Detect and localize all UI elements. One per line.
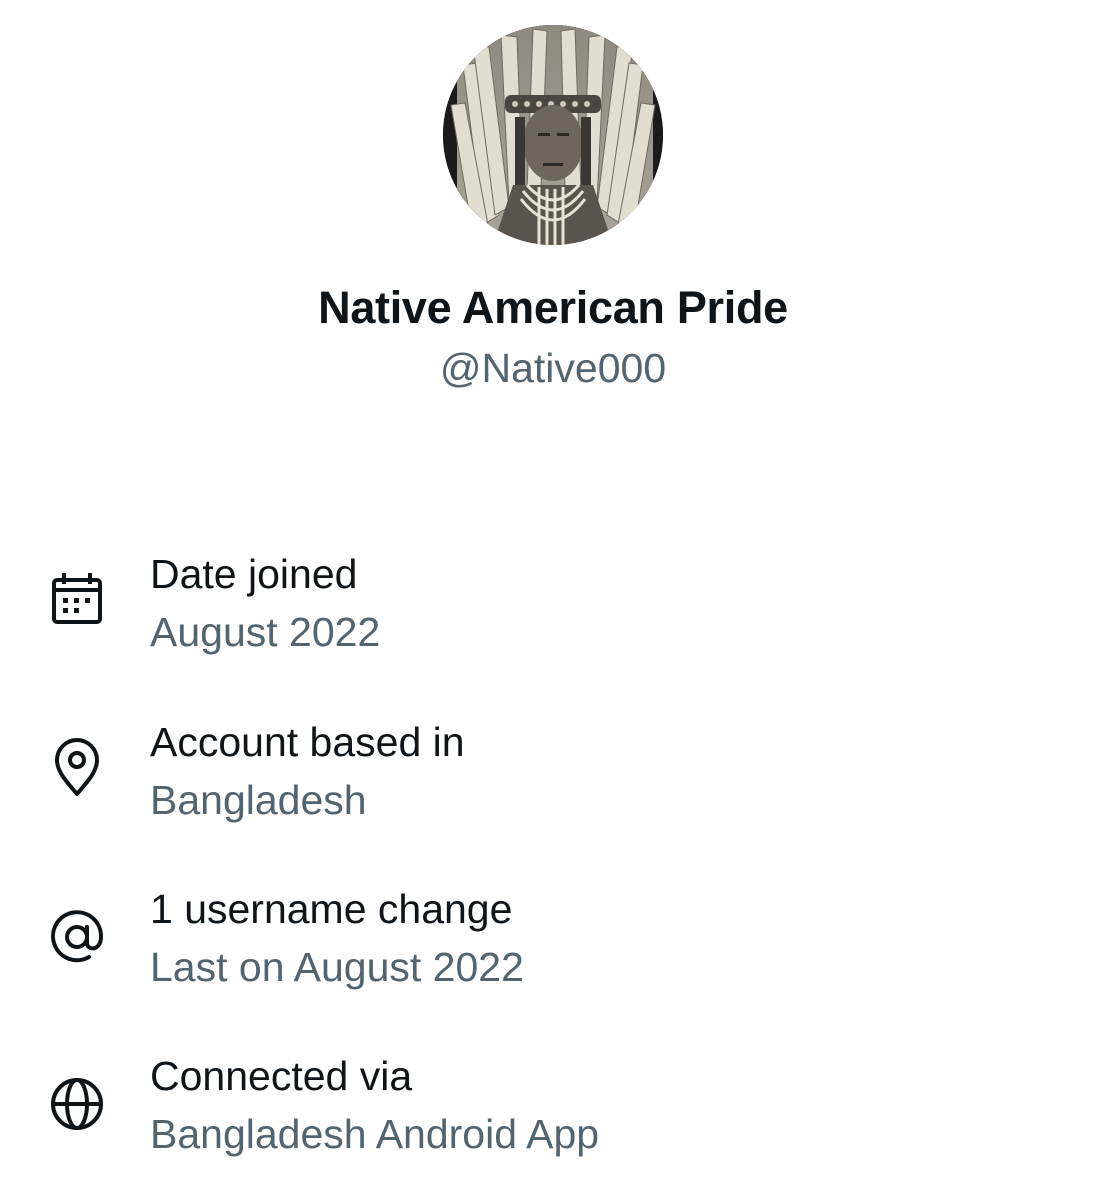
info-item-username-change: 1 username change Last on August 2022	[0, 881, 1106, 1001]
username-change-value: Last on August 2022	[150, 944, 524, 990]
at-sign-icon	[45, 905, 109, 969]
calendar-icon	[45, 568, 109, 632]
info-item-date-joined: Date joined August 2022	[0, 546, 1106, 666]
info-item-connected-via: Connected via Bangladesh Android App	[0, 1048, 1106, 1168]
profile-photo	[443, 25, 663, 245]
username-change-label: 1 username change	[150, 886, 513, 932]
date-joined-value: August 2022	[150, 609, 381, 655]
account-based-in-label: Account based in	[150, 719, 465, 765]
globe-icon	[45, 1072, 109, 1136]
connected-via-label: Connected via	[150, 1053, 413, 1099]
username-handle: @Native000	[439, 345, 667, 391]
account-based-in-value: Bangladesh	[150, 777, 367, 823]
location-pin-icon	[45, 736, 109, 800]
date-joined-label: Date joined	[150, 551, 358, 597]
display-name: Native American Pride	[318, 282, 788, 333]
profile-avatar[interactable]	[443, 25, 663, 245]
info-item-account-based-in: Account based in Bangladesh	[0, 714, 1106, 834]
connected-via-value: Bangladesh Android App	[150, 1111, 600, 1157]
